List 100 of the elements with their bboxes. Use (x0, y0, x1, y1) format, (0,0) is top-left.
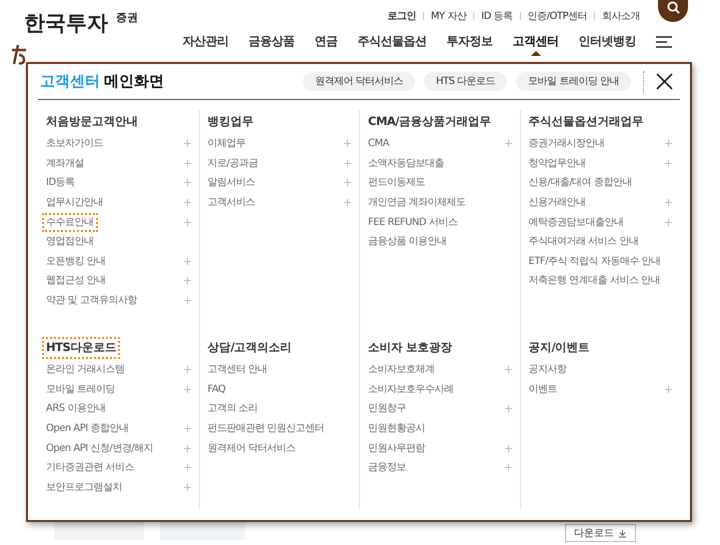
quick-link-button[interactable]: 모바일 트레이딩 안내 (516, 72, 631, 91)
top-link[interactable]: MY 자산 (430, 8, 466, 24)
menu-item[interactable]: 이체업무 (206, 136, 248, 152)
plus-icon[interactable] (184, 140, 190, 148)
plus-icon[interactable] (665, 199, 672, 206)
plus-icon[interactable] (184, 218, 190, 226)
plus-icon[interactable] (504, 405, 512, 412)
plus-icon[interactable] (184, 425, 190, 432)
quick-link-button[interactable]: 원격제어 닥터서비스 (302, 72, 415, 91)
section-heading[interactable]: 처음방문고객안내 (44, 113, 140, 131)
plus-icon[interactable] (184, 444, 190, 452)
menu-item[interactable]: FAQ (206, 382, 228, 397)
section-heading[interactable]: 뱅킹업무 (206, 113, 256, 131)
menu-item[interactable]: 온라인 거래시스템 (44, 362, 127, 378)
quick-link-button[interactable]: HTS 다운로드 (424, 72, 508, 91)
nav-tab[interactable]: 인터넷뱅킹 (578, 28, 636, 56)
plus-icon[interactable] (184, 484, 190, 491)
menu-item[interactable]: 개인연금 계좌이체제도 (366, 195, 468, 210)
menu-item[interactable]: 공지사항 (526, 362, 568, 378)
download-button[interactable]: 다운로드 (565, 524, 636, 542)
plus-icon[interactable] (184, 386, 190, 393)
menu-item[interactable]: 주식대여거래 서비스 안내 (526, 234, 640, 250)
plus-icon[interactable] (184, 297, 190, 304)
plus-icon[interactable] (504, 464, 512, 472)
logo-name[interactable]: 한국투자 (24, 8, 108, 38)
menu-item[interactable]: 청약업무안내 (526, 156, 588, 171)
menu-item[interactable]: 이벤트 (526, 382, 559, 397)
plus-icon[interactable] (184, 160, 190, 167)
plus-icon[interactable] (184, 258, 190, 265)
menu-item[interactable]: 민원현황공시 (366, 421, 427, 436)
menu-item[interactable]: FEE REFUND 서비스 (366, 214, 460, 230)
plus-icon[interactable] (184, 277, 190, 284)
section-heading[interactable]: HTS다운로드 (44, 339, 118, 357)
menu-item[interactable]: 예탁증권담보대출안내 (526, 214, 626, 230)
top-link[interactable]: 로그인 (387, 8, 416, 24)
menu-item[interactable]: 기타증권관련 서비스 (44, 460, 136, 476)
menu-item[interactable]: 증권거래시장안내 (526, 136, 606, 152)
menu-item[interactable]: ETF/주식 적립식 자동매수 안내 (526, 254, 663, 269)
menu-item[interactable]: Open API 종합안내 (44, 421, 130, 436)
section-heading[interactable]: CMA/금융상품거래업무 (366, 113, 493, 131)
menu-item[interactable]: ID등록 (44, 175, 77, 190)
menu-item[interactable]: 업무시간안내 (44, 195, 105, 210)
plus-icon[interactable] (184, 179, 190, 186)
menu-item[interactable]: 보안프로그램설치 (44, 480, 124, 495)
nav-tab[interactable]: 자산관리 (182, 28, 228, 56)
menu-item[interactable]: 원격제어 닥터서비스 (206, 440, 298, 456)
nav-tab[interactable]: 고객센터 (512, 28, 558, 56)
plus-icon[interactable] (184, 464, 190, 472)
menu-item[interactable]: 알림서비스 (206, 175, 257, 190)
nav-tab[interactable]: 주식선물옵션 (358, 28, 426, 56)
menu-item[interactable]: 지로/공과금 (206, 156, 260, 171)
plus-icon[interactable] (504, 140, 512, 148)
plus-icon[interactable] (344, 199, 351, 206)
menu-item[interactable]: 소비자보호우수사례 (366, 382, 456, 397)
section-heading[interactable]: 공지/이벤트 (526, 339, 592, 357)
menu-item[interactable]: 약관 및 고객유의사항 (44, 293, 139, 308)
menu-item[interactable]: 금융정보 (366, 460, 408, 476)
menu-item[interactable]: 저축은행 연계대출 서비스 안내 (526, 273, 662, 288)
plus-icon[interactable] (665, 386, 672, 393)
top-link[interactable]: ID 등록 (481, 8, 513, 24)
menu-item[interactable]: ARS 이용안내 (44, 401, 108, 416)
menu-item[interactable]: 신용거래안내 (526, 195, 588, 210)
menu-item[interactable]: 수수료안내 (44, 214, 96, 230)
menu-icon[interactable] (656, 36, 672, 48)
menu-item[interactable]: 신용/대출/대여 종합안내 (526, 175, 634, 190)
menu-item[interactable]: 금융상품 이용안내 (366, 234, 449, 250)
menu-item[interactable]: 소비자보호체계 (366, 362, 436, 378)
menu-item[interactable]: Open API 신청/변경/해지 (44, 440, 156, 456)
menu-item[interactable]: 영업점안내 (44, 234, 96, 250)
plus-icon[interactable] (344, 179, 351, 186)
plus-icon[interactable] (184, 199, 190, 206)
plus-icon[interactable] (344, 160, 351, 167)
menu-item[interactable]: 웹접근성 안내 (44, 273, 108, 288)
menu-item[interactable]: 고객서비스 (206, 195, 257, 210)
menu-item[interactable]: 펀드판매관련 민원신고센터 (206, 421, 326, 436)
menu-item[interactable]: 계좌개설 (44, 156, 86, 171)
menu-item[interactable]: 민원창구 (366, 401, 408, 416)
top-link[interactable]: 회사소개 (602, 8, 640, 24)
plus-icon[interactable] (665, 140, 672, 148)
section-heading[interactable]: 주식선물옵션거래업무 (526, 113, 646, 131)
plus-icon[interactable] (504, 366, 512, 374)
nav-tab[interactable]: 투자정보 (446, 28, 492, 56)
plus-icon[interactable] (184, 366, 190, 374)
menu-item[interactable]: 민원사무편람 (366, 440, 427, 456)
menu-item[interactable]: 고객센터 안내 (206, 362, 270, 378)
plus-icon[interactable] (504, 444, 512, 452)
plus-icon[interactable] (344, 140, 351, 148)
plus-icon[interactable] (665, 160, 672, 167)
section-heading[interactable]: 소비자 보호광장 (366, 339, 454, 357)
menu-item[interactable]: 고객의 소리 (206, 401, 260, 416)
menu-item[interactable]: 펀드이동제도 (366, 175, 427, 190)
nav-tab[interactable]: 연금 (314, 28, 338, 56)
menu-item[interactable]: 소액자동담보대출 (366, 156, 446, 171)
menu-item[interactable]: 오픈뱅킹 안내 (44, 254, 108, 269)
menu-item[interactable]: 초보자가이드 (44, 136, 105, 152)
top-link[interactable]: 인증/OTP센터 (528, 8, 587, 24)
nav-tab[interactable]: 금융상품 (248, 28, 294, 56)
menu-item[interactable]: 모바일 트레이딩 (44, 382, 118, 397)
plus-icon[interactable] (665, 218, 672, 226)
section-heading[interactable]: 상담/고객의소리 (206, 339, 294, 357)
